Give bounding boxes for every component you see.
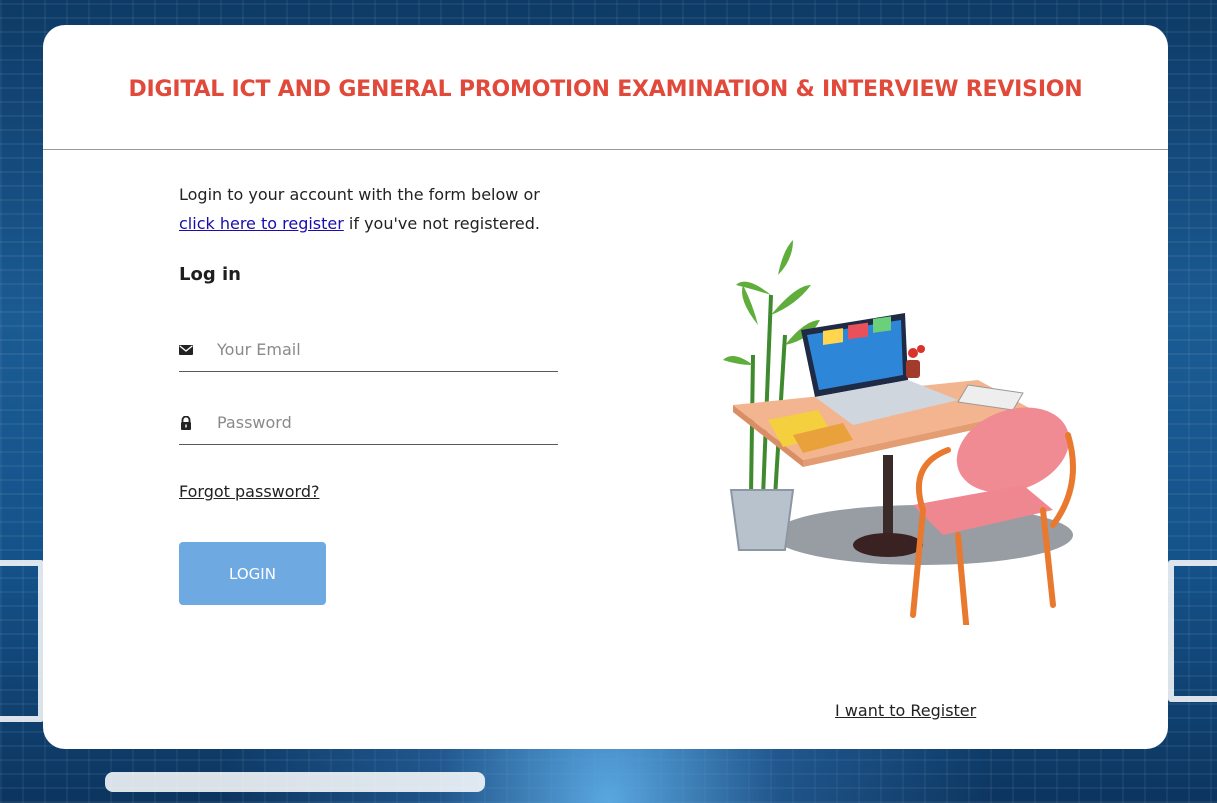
lock-icon: [181, 416, 191, 430]
email-field: [179, 329, 558, 372]
forgot-password-link[interactable]: Forgot password?: [179, 482, 319, 501]
card-header: DIGITAL ICT AND GENERAL PROMOTION EXAMIN…: [43, 25, 1168, 150]
intro-line2: if you've not registered.: [343, 214, 540, 233]
page-title: DIGITAL ICT AND GENERAL PROMOTION EXAMIN…: [128, 76, 1083, 102]
login-heading: Log in: [179, 264, 241, 285]
login-card: DIGITAL ICT AND GENERAL PROMOTION EXAMIN…: [43, 25, 1168, 749]
intro-text: Login to your account with the form belo…: [179, 180, 579, 238]
envelope-icon: [179, 345, 193, 355]
login-button[interactable]: LOGIN: [179, 542, 326, 605]
email-input[interactable]: [217, 329, 552, 369]
register-link[interactable]: I want to Register: [835, 701, 976, 720]
register-inline-link[interactable]: click here to register: [179, 214, 344, 233]
background-decoration: [0, 560, 44, 722]
intro-line1: Login to your account with the form belo…: [179, 185, 540, 204]
login-section: Login to your account with the form belo…: [179, 180, 579, 605]
background-decoration: [105, 772, 485, 792]
desk-illustration: [723, 240, 1076, 625]
background-decoration: [1168, 560, 1217, 702]
password-input[interactable]: [217, 402, 552, 442]
password-field: [179, 402, 558, 445]
